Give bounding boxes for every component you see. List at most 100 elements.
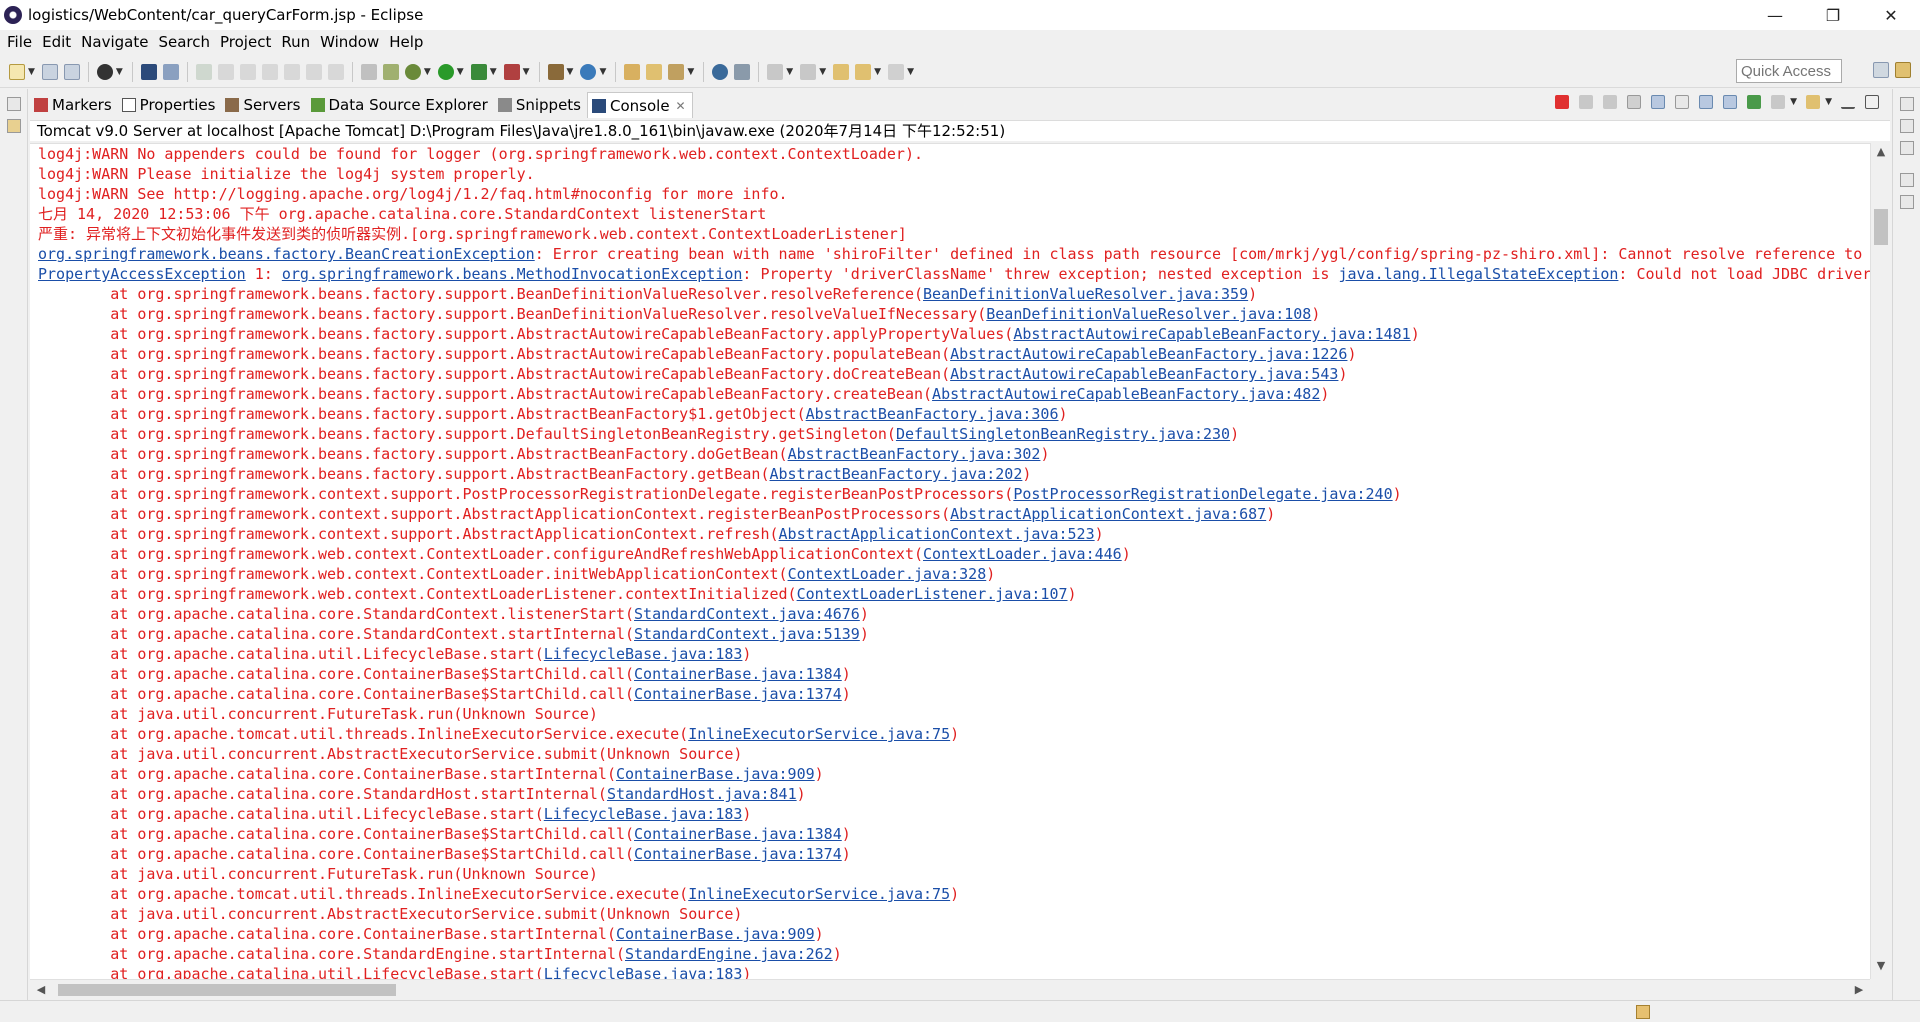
- close-button[interactable]: ✕: [1862, 0, 1920, 30]
- menu-help[interactable]: Help: [389, 33, 423, 51]
- pen-dropdown-icon[interactable]: ▼: [687, 67, 694, 77]
- settings-dropdown-icon[interactable]: ▼: [116, 67, 123, 77]
- restore-palette-icon[interactable]: [1899, 173, 1914, 187]
- debug-dropdown-icon[interactable]: ▼: [424, 67, 431, 77]
- last-edit-icon[interactable]: [833, 63, 850, 80]
- tab-data-source-explorer[interactable]: Data Source Explorer: [307, 92, 494, 118]
- display-console-dropdown-icon[interactable]: ▼: [1790, 97, 1797, 107]
- menu-search[interactable]: Search: [158, 33, 210, 51]
- disconnect-icon[interactable]: [261, 63, 278, 80]
- close-tab-icon[interactable]: ✕: [676, 99, 686, 113]
- scroll-right-icon[interactable]: ▶: [1850, 981, 1868, 999]
- console-output[interactable]: log4j:WARN No appenders could be found f…: [30, 143, 1870, 979]
- show-on-stderr-icon[interactable]: [1723, 95, 1738, 109]
- source-link[interactable]: AbstractBeanFactory.java:306: [806, 405, 1059, 423]
- source-link[interactable]: BeanDefinitionValueResolver.java:359: [923, 285, 1248, 303]
- menu-file[interactable]: File: [7, 33, 32, 51]
- external-tools-icon[interactable]: [503, 63, 520, 80]
- resume-icon[interactable]: [195, 63, 212, 80]
- bug-icon[interactable]: [382, 63, 399, 80]
- clear-console-icon[interactable]: [1627, 95, 1642, 109]
- source-link[interactable]: org.springframework.beans.factory.BeanCr…: [38, 245, 535, 263]
- external-tools-dropdown-icon[interactable]: ▼: [523, 67, 530, 77]
- source-link[interactable]: LifecycleBase.java:183: [544, 645, 743, 663]
- source-link[interactable]: LifecycleBase.java:183: [544, 965, 743, 979]
- skip-breakpoints-icon[interactable]: [162, 63, 179, 80]
- settings-icon[interactable]: [96, 63, 113, 80]
- source-link[interactable]: AbstractApplicationContext.java:687: [950, 505, 1266, 523]
- next-annotation-dropdown-icon[interactable]: ▼: [786, 67, 793, 77]
- source-link[interactable]: ContextLoader.java:446: [923, 545, 1122, 563]
- new-class-dropdown-icon[interactable]: ▼: [599, 67, 606, 77]
- source-link[interactable]: AbstractAutowireCapableBeanFactory.java:…: [932, 385, 1320, 403]
- word-wrap-icon[interactable]: [1675, 95, 1690, 109]
- previous-annotation-dropdown-icon[interactable]: ▼: [819, 67, 826, 77]
- step-into-icon[interactable]: [283, 63, 300, 80]
- source-link[interactable]: PostProcessorRegistrationDelegate.java:2…: [1013, 485, 1392, 503]
- scroll-lock-icon[interactable]: [1651, 95, 1666, 109]
- new-java-project-dropdown-icon[interactable]: ▼: [567, 67, 574, 77]
- open-folder-icon[interactable]: [646, 63, 663, 80]
- run-server-icon[interactable]: [470, 63, 487, 80]
- step-over-icon[interactable]: [305, 63, 322, 80]
- source-link[interactable]: LifecycleBase.java:183: [544, 805, 743, 823]
- vertical-scroll-thumb[interactable]: [1874, 209, 1888, 245]
- outline-icon[interactable]: [1899, 119, 1914, 133]
- horizontal-scroll-thumb[interactable]: [58, 984, 396, 996]
- quick-access-input[interactable]: [1736, 59, 1842, 83]
- source-link[interactable]: InlineExecutorService.java:75: [688, 885, 950, 903]
- task-list-icon[interactable]: [1899, 141, 1914, 155]
- display-console-icon[interactable]: [1771, 95, 1786, 109]
- run-server-dropdown-icon[interactable]: ▼: [490, 67, 497, 77]
- previous-annotation-icon[interactable]: [800, 63, 817, 80]
- terminate-button[interactable]: [1555, 95, 1570, 109]
- source-link[interactable]: ContextLoaderListener.java:107: [797, 585, 1068, 603]
- source-link[interactable]: StandardHost.java:841: [607, 785, 797, 803]
- forward-dropdown-icon[interactable]: ▼: [907, 67, 914, 77]
- build-status-icon[interactable]: [1636, 1005, 1650, 1019]
- restore-outline-icon[interactable]: [1899, 97, 1914, 111]
- java-ee-perspective-icon[interactable]: [1895, 62, 1911, 78]
- restore-button[interactable]: ❐: [1804, 0, 1862, 30]
- tab-servers[interactable]: Servers: [221, 92, 306, 118]
- step-return-icon[interactable]: [327, 63, 344, 80]
- suspend-icon[interactable]: [217, 63, 234, 80]
- source-link[interactable]: java.lang.IllegalStateException: [1338, 265, 1618, 283]
- next-annotation-icon[interactable]: [767, 63, 784, 80]
- source-link[interactable]: org.springframework.beans.MethodInvocati…: [282, 265, 743, 283]
- terminal-icon[interactable]: [140, 63, 157, 80]
- menu-navigate[interactable]: Navigate: [81, 33, 148, 51]
- source-link[interactable]: ContainerBase.java:909: [616, 765, 815, 783]
- menu-project[interactable]: Project: [220, 33, 271, 51]
- source-link[interactable]: BeanDefinitionValueResolver.java:108: [986, 305, 1311, 323]
- palette-icon[interactable]: [1899, 195, 1914, 209]
- source-link[interactable]: AbstractApplicationContext.java:523: [779, 525, 1095, 543]
- open-console-icon[interactable]: [1806, 95, 1821, 109]
- vertical-scrollbar[interactable]: ▲ ▼: [1870, 143, 1890, 979]
- forward-icon[interactable]: [888, 63, 905, 80]
- new-dropdown-icon[interactable]: ▼: [28, 67, 35, 77]
- menu-run[interactable]: Run: [281, 33, 310, 51]
- source-link[interactable]: ContextLoader.java:328: [788, 565, 987, 583]
- source-link[interactable]: StandardEngine.java:262: [625, 945, 833, 963]
- source-link[interactable]: ContainerBase.java:909: [616, 925, 815, 943]
- minimize-button[interactable]: —: [1746, 0, 1804, 30]
- scroll-up-icon[interactable]: ▲: [1871, 145, 1891, 163]
- source-link[interactable]: AbstractAutowireCapableBeanFactory.java:…: [950, 365, 1338, 383]
- back-dropdown-icon[interactable]: ▼: [874, 67, 881, 77]
- menu-edit[interactable]: Edit: [42, 33, 71, 51]
- save-all-icon[interactable]: [63, 63, 80, 80]
- new-icon[interactable]: [9, 63, 25, 80]
- open-console-dropdown-icon[interactable]: ▼: [1825, 97, 1832, 107]
- source-link[interactable]: ContainerBase.java:1374: [634, 845, 842, 863]
- source-link[interactable]: AbstractAutowireCapableBeanFactory.java:…: [950, 345, 1347, 363]
- globe-icon[interactable]: [712, 63, 729, 80]
- show-on-stdout-icon[interactable]: [1699, 95, 1714, 109]
- back-icon[interactable]: [855, 63, 872, 80]
- menu-window[interactable]: Window: [320, 33, 379, 51]
- new-java-project-icon[interactable]: [547, 63, 564, 80]
- source-link[interactable]: ContainerBase.java:1374: [634, 685, 842, 703]
- run-dropdown-icon[interactable]: ▼: [457, 67, 464, 77]
- restore-view-icon[interactable]: [6, 97, 21, 111]
- horizontal-scrollbar[interactable]: ◀ ▶: [30, 979, 1870, 999]
